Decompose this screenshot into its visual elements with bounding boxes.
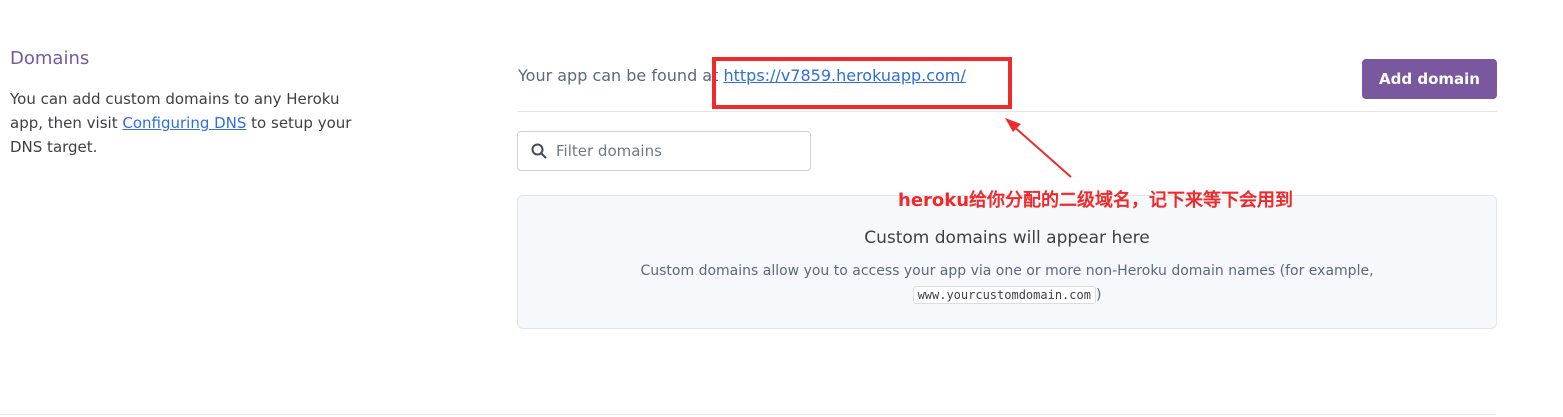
- empty-state-title: Custom domains will appear here: [864, 228, 1150, 248]
- add-domain-button[interactable]: Add domain: [1362, 59, 1497, 99]
- empty-state-description: Custom domains allow you to access your …: [578, 259, 1436, 307]
- filter-domains-field[interactable]: [517, 131, 811, 171]
- section-description: You can add custom domains to any Heroku…: [10, 87, 360, 159]
- example-domain-code: www.yourcustomdomain.com: [912, 286, 1096, 304]
- header-divider: [517, 111, 1497, 112]
- app-url-prefix: Your app can be found at: [518, 66, 724, 85]
- empty-domains-panel: Custom domains will appear here Custom d…: [517, 195, 1497, 329]
- filter-domains-input[interactable]: [556, 132, 806, 170]
- section-title: Domains: [10, 48, 90, 69]
- section-bottom-divider: [0, 414, 1496, 415]
- empty-desc-close: ): [1095, 287, 1102, 303]
- app-url-link[interactable]: https://v7859.herokuapp.com/: [723, 66, 965, 85]
- annotation-note: heroku给你分配的二级域名，记下来等下会用到: [898, 190, 1294, 211]
- search-icon: [531, 143, 547, 159]
- empty-desc-text: Custom domains allow you to access your …: [640, 263, 1374, 279]
- configuring-dns-link[interactable]: Configuring DNS: [122, 114, 246, 132]
- app-url-line: Your app can be found at https://v7859.h…: [518, 66, 966, 85]
